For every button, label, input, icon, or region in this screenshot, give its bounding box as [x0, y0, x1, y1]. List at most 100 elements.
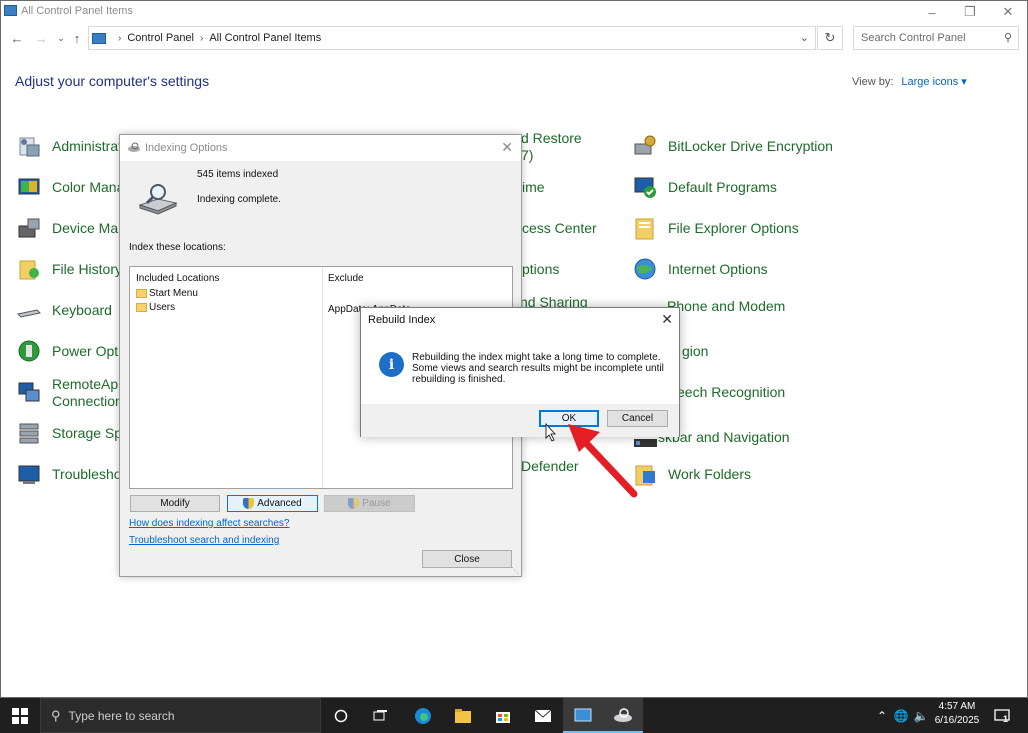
close-icon[interactable]: ✕	[661, 311, 673, 328]
back-arrow-icon[interactable]: ←	[9, 29, 25, 47]
cp-item-troubleshooting[interactable]: Troublesho	[17, 462, 122, 486]
cp-item-label: BitLocker Drive Encryption	[668, 138, 833, 154]
how-indexing-affects-link[interactable]: How does indexing affect searches?	[129, 518, 289, 529]
dialog-title: Indexing Options	[145, 142, 228, 154]
cp-item-label: gion	[682, 343, 709, 359]
troubleshoot-indexing-link[interactable]: Troubleshoot search and indexing	[129, 535, 279, 546]
refresh-icon[interactable]: ↻	[817, 26, 843, 50]
cp-item-label: d Restore	[521, 130, 582, 146]
location-name: Users	[149, 302, 176, 313]
taskbar-control-panel-icon[interactable]	[563, 698, 603, 733]
cp-item-ease-of-access[interactable]: cess Center	[522, 220, 597, 236]
resize-grip-icon[interactable]: ⋱	[511, 566, 519, 575]
cp-item-speech-recognition[interactable]: eech Recognition	[677, 384, 785, 400]
cp-item-phone-modem[interactable]: Phone and Modem	[667, 298, 785, 314]
cp-item-administrative-tools[interactable]: Administrati	[17, 134, 125, 158]
cp-item-label: Color Mana	[52, 179, 125, 195]
power-options-icon	[17, 339, 41, 363]
forward-arrow-icon[interactable]: →	[33, 29, 49, 47]
cp-item-storage-spaces[interactable]: Storage Spa	[17, 421, 130, 445]
uac-shield-icon	[348, 498, 360, 509]
advanced-button[interactable]: Advanced	[227, 495, 318, 512]
address-field[interactable]: › Control Panel › All Control Panel Item…	[88, 26, 816, 50]
file-history-icon	[17, 257, 41, 281]
cp-item-label: ptions	[522, 261, 560, 277]
ok-button[interactable]: OK	[539, 410, 599, 427]
close-icon[interactable]: ✕	[989, 1, 1027, 23]
minimize-icon[interactable]: –	[913, 1, 951, 23]
cp-item-label: cess Center	[522, 220, 597, 236]
ok-label: OK	[561, 413, 577, 424]
view-by-label: View by:	[852, 76, 894, 88]
view-by: View by: Large icons ▾	[852, 75, 967, 88]
cp-item-color-management[interactable]: Color Mana	[17, 175, 124, 199]
windows-logo-icon	[12, 707, 28, 724]
store-icon[interactable]	[483, 698, 523, 733]
table-row[interactable]: Users	[136, 302, 175, 313]
taskbar-search-input[interactable]: ⚲ Type here to search	[40, 698, 321, 733]
show-hidden-icons-chevron-icon[interactable]: ⌃	[874, 709, 890, 723]
taskbar: ⚲ Type here to search ⌃ 🌐 🔈 4:57 AM 6/16…	[0, 698, 1028, 733]
recent-locations-chevron-icon[interactable]: ⌄	[53, 29, 69, 47]
taskbar-clock[interactable]: 4:57 AM 6/16/2025	[930, 700, 984, 728]
up-arrow-icon[interactable]: ↑	[69, 29, 85, 47]
modify-button[interactable]: Modify	[130, 495, 220, 512]
pause-button[interactable]: Pause	[324, 495, 415, 512]
taskbar-indexing-options-icon[interactable]	[603, 698, 643, 733]
restore-icon[interactable]: ❐	[951, 1, 989, 23]
search-input[interactable]: Search Control Panel ⚲	[853, 26, 1019, 50]
cp-item-file-explorer-options[interactable]: File Explorer Options	[633, 216, 799, 240]
cp-item-power-options[interactable]: Power Optic	[17, 339, 128, 363]
folder-icon	[136, 303, 147, 312]
notification-center-icon[interactable]: 1	[988, 698, 1016, 733]
cp-item-date-time[interactable]: ime	[522, 179, 545, 195]
cp-item-keyboard[interactable]: Keyboard	[16, 298, 112, 322]
cancel-button[interactable]: Cancel	[607, 410, 668, 427]
cp-item-internet-options[interactable]: Internet Options	[633, 257, 768, 281]
cp-item-remoteapp[interactable]: RemoteApp Connections	[17, 376, 130, 410]
storage-spaces-icon	[17, 421, 41, 445]
remoteapp-icon	[17, 380, 41, 404]
search-placeholder: Search Control Panel	[861, 32, 966, 44]
indexing-icon	[128, 142, 140, 152]
address-dropdown-icon[interactable]: ⌄	[800, 31, 809, 44]
cp-item-windows-defender[interactable]: Defender	[521, 458, 579, 474]
cp-item-region[interactable]: gion	[682, 343, 708, 359]
close-icon[interactable]: ✕	[501, 139, 513, 156]
cp-item-default-programs[interactable]: Default Programs	[633, 175, 777, 199]
work-folders-icon	[633, 462, 657, 486]
file-explorer-icon[interactable]	[443, 698, 483, 733]
dialog-title: Rebuild Index	[368, 314, 436, 326]
cp-item-work-folders[interactable]: Work Folders	[633, 462, 751, 486]
control-panel-icon	[92, 32, 106, 44]
task-view-icon[interactable]	[361, 698, 401, 733]
breadcrumb-all-items[interactable]: All Control Panel Items	[209, 32, 321, 44]
breadcrumb-control-panel[interactable]: Control Panel	[127, 32, 194, 44]
default-programs-icon	[633, 175, 657, 199]
start-button[interactable]	[0, 698, 40, 733]
cp-item-label: Defender	[521, 458, 579, 474]
folder-icon	[136, 289, 147, 298]
cp-item-device-manager[interactable]: Device Mana	[17, 216, 134, 240]
cortana-icon[interactable]	[321, 698, 361, 733]
volume-icon[interactable]: 🔈	[912, 709, 930, 723]
cp-item-label: File Explorer Options	[668, 220, 799, 236]
uac-shield-icon	[243, 498, 255, 509]
cp-item-backup-restore[interactable]: d Restore 7)	[521, 130, 582, 164]
cp-item-indexing-options[interactable]: ptions	[522, 261, 559, 277]
cp-item-file-history[interactable]: File History	[17, 257, 122, 281]
network-globe-icon[interactable]: 🌐	[890, 709, 912, 723]
window-title: All Control Panel Items	[21, 5, 133, 17]
view-by-dropdown[interactable]: Large icons ▾	[901, 76, 966, 88]
mail-icon[interactable]	[523, 698, 563, 733]
table-row[interactable]: Start Menu	[136, 288, 198, 299]
close-label: Close	[454, 553, 480, 565]
edge-browser-icon[interactable]	[403, 698, 443, 733]
taskbar-search-placeholder: Type here to search	[68, 708, 175, 723]
close-button[interactable]: Close	[422, 550, 512, 568]
control-panel-icon	[4, 5, 17, 16]
troubleshooting-icon	[17, 462, 41, 486]
cp-item-bitlocker[interactable]: BitLocker Drive Encryption	[633, 134, 833, 158]
column-header-included: Included Locations	[136, 273, 220, 284]
title-bar: All Control Panel Items – ❐ ✕	[1, 1, 1027, 23]
